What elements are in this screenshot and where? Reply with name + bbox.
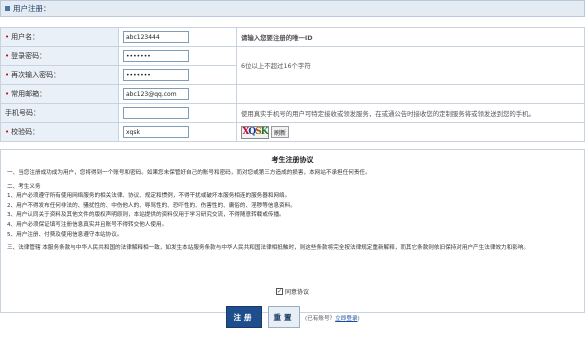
form-row-phone: 手机号码： 使用真实手机号的用户可特定接收或领发服务，在或通公告时接收您的定制服… — [0, 103, 585, 123]
action-bar: 注册 重置 (已有账号？立即登录) — [0, 304, 585, 330]
registration-form: •用户名： 请输入您要注册的唯一ID •登录密码： 6位以上不超过16个字符 •… — [0, 27, 585, 142]
agreement-title: 考生注册协议 — [271, 156, 314, 164]
agree-checkbox[interactable]: ✓ — [275, 288, 283, 295]
login-link[interactable]: 立即登录 — [335, 316, 357, 322]
agreement-paragraph: 三、法律管辖 本服务条款与中华人民共和国的法律解释相一致，如发生本站服务条款与中… — [7, 245, 529, 252]
required-marker: • — [5, 90, 10, 98]
phone-label: 手机号码： — [5, 109, 40, 117]
phone-input[interactable] — [123, 107, 189, 119]
form-row-email: • 常用邮箱： — [0, 84, 585, 104]
agreement-paragraph: 一、当您注册成功成为用户，您将得到一个账号和密码。如果您未保管好自己的账号和密码… — [7, 170, 371, 176]
header-bullet-icon — [5, 6, 10, 11]
email-input[interactable] — [123, 88, 189, 100]
agree-row: ✓ 同意协议 — [0, 285, 585, 298]
username-input[interactable] — [123, 31, 189, 43]
page-title: 用户注册： — [13, 4, 51, 13]
form-row-username: •用户名： 请输入您要注册的唯一ID — [0, 27, 585, 47]
captcha-char: K — [260, 127, 269, 137]
form-row-password: •登录密码： 6位以上不超过16个字符 — [0, 46, 585, 85]
captcha-input[interactable] — [123, 126, 189, 138]
page-header: 用户注册： — [0, 0, 585, 17]
password-input[interactable] — [123, 50, 189, 62]
email-label: 常用邮箱： — [11, 90, 47, 98]
agreement-paragraph: 2、用户不得发布任何非法的、骚扰性的、中伤他人的、辱骂性的、恐吓性的、伤害性的、… — [7, 202, 296, 209]
agreement-paragraph: 二、考生义务 — [7, 183, 41, 190]
confirm-password-input[interactable] — [123, 69, 189, 81]
captcha-group: X Q S K 刷新 — [241, 125, 290, 139]
required-marker: • — [5, 33, 10, 41]
agreement-paragraph: 1、用户必须遵守所有使用网络服务的相关法律、协议、规定和惯例，不得干扰或破坏本服… — [7, 193, 291, 200]
login-hint: (已有账号？立即登录) — [305, 314, 360, 322]
required-marker: • — [5, 71, 10, 79]
agree-label: 同意协议 — [284, 289, 309, 296]
captcha-label: 校验码： — [11, 128, 40, 136]
required-marker: • — [5, 52, 10, 60]
username-label: 用户名： — [11, 33, 40, 41]
login-suffix: ) — [357, 316, 360, 322]
phone-hint: 使用真实手机号的用户可特定接收或领发服务，在或通公告时接收您的定制服务将或领发送… — [236, 103, 585, 123]
captcha-char: Q — [248, 127, 256, 137]
reset-button[interactable]: 重置 — [268, 306, 300, 328]
form-row-captcha: •校验码： X Q S K 刷新 — [0, 122, 585, 142]
login-prompt: (已有账号？ — [305, 316, 336, 322]
required-marker: • — [5, 128, 10, 136]
agreement-paragraph: 4、用户必须保证填写注册信息真实并且账号不得转交他人使用。 — [7, 221, 168, 228]
agreement-paragraph: 5、用户注册、付费及使用信息遵守本站协议。 — [7, 231, 123, 238]
agreement-paragraph: 3、用户认同关于资料及其他文件的版权声明原则，本站提供的资料仅用于学习研究交流，… — [7, 212, 285, 219]
captcha-image[interactable]: X Q S K — [241, 125, 269, 139]
confirm-password-label: 再次输入密码： — [11, 71, 61, 79]
register-button[interactable]: 注册 — [226, 306, 262, 328]
username-hint: 请输入您要注册的唯一ID — [236, 27, 585, 47]
email-hint — [236, 84, 585, 104]
password-hint: 6位以上不超过16个字符 — [236, 46, 585, 85]
password-label: 登录密码： — [11, 52, 47, 60]
captcha-refresh-button[interactable]: 刷新 — [271, 126, 290, 138]
